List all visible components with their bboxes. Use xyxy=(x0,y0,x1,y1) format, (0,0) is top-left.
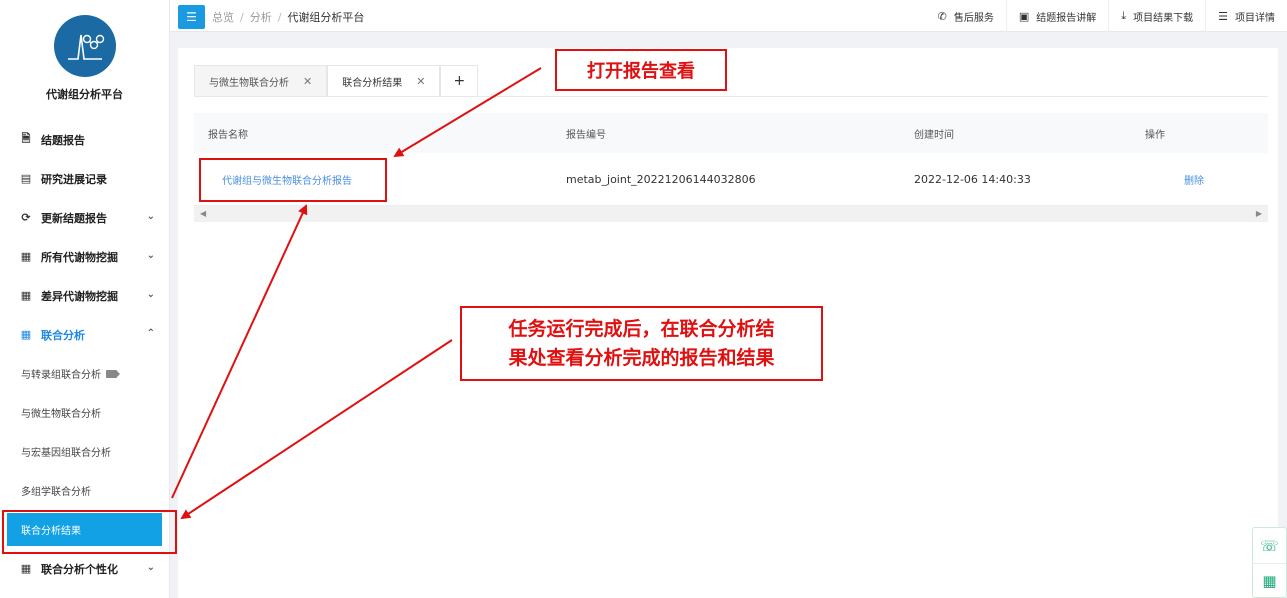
sidebar-item-diff-metabolites[interactable]: ▦ 差异代谢物挖掘 ⌄ xyxy=(0,276,169,315)
table-header: 报告名称 报告编号 创建时间 操作 xyxy=(194,113,1268,153)
customer-service-icon[interactable]: ☏ xyxy=(1253,528,1286,563)
menu-toggle-button[interactable]: ☰ xyxy=(178,5,205,29)
top-action-label: 项目详情 xyxy=(1235,12,1275,24)
annotation-view-results: 任务运行完成后，在联合分析结 果处查看分析完成的报告和结果 xyxy=(460,306,823,381)
logo-area: 代谢组分析平台 xyxy=(0,0,169,120)
grid-icon: ▦ xyxy=(20,289,32,302)
download-icon: ⤓ xyxy=(1121,9,1127,22)
tab-microbe-joint[interactable]: 与微生物联合分析 ✕ xyxy=(194,65,328,97)
menu-icon: ☰ xyxy=(186,10,197,24)
sidebar-subitem-label: 与宏基因组联合分析 xyxy=(21,448,111,459)
document-icon: 🗎 xyxy=(21,132,31,145)
sidebar-item-joint-custom[interactable]: ▦ 联合分析个性化 ⌄ xyxy=(0,549,169,588)
video-icon xyxy=(106,369,120,378)
chevron-down-icon: ⌄ xyxy=(146,211,155,222)
top-action-label: 售后服务 xyxy=(953,12,994,24)
sidebar-item-label: 所有代谢物挖掘 xyxy=(41,250,118,264)
breadcrumb-home[interactable]: 总览 xyxy=(212,11,234,24)
chevron-up-icon: ⌃ xyxy=(146,328,155,339)
sidebar-item-all-metabolites[interactable]: ▦ 所有代谢物挖掘 ⌄ xyxy=(0,237,169,276)
sidebar-subitem-metagenome[interactable]: 与宏基因组联合分析 xyxy=(0,432,169,471)
sidebar-item-final-report[interactable]: 🗎 结题报告 xyxy=(0,120,169,159)
add-tab-button[interactable]: + xyxy=(440,65,479,97)
chevron-down-icon: ⌄ xyxy=(146,250,155,261)
column-header: 报告名称 xyxy=(208,129,248,141)
column-header: 报告编号 xyxy=(566,129,606,141)
sidebar: 代谢组分析平台 🗎 结题报告 ▤ 研究进展记录 ⟳ 更新结题报告 ⌄ ▦ 所有代… xyxy=(0,0,170,598)
grid-icon: ▦ xyxy=(20,250,32,263)
annotation-line: 果处查看分析完成的报告和结果 xyxy=(508,346,775,369)
scroll-right-icon[interactable]: ▶ xyxy=(1256,209,1262,218)
breadcrumb-section[interactable]: 分析 xyxy=(250,11,272,24)
sidebar-item-label: 结题报告 xyxy=(41,133,85,147)
sidebar-item-label: 更新结题报告 xyxy=(41,211,107,225)
chevron-down-icon: ⌄ xyxy=(146,562,155,573)
qr-code-icon[interactable]: ▦ xyxy=(1253,563,1286,598)
refresh-icon: ⟳ xyxy=(21,211,31,224)
breadcrumb-separator: / xyxy=(240,11,244,24)
after-sales-button[interactable]: ✆ 售后服务 xyxy=(926,0,1006,32)
top-action-label: 结题报告讲解 xyxy=(1036,12,1097,24)
phone-icon: ✆ xyxy=(937,9,947,23)
brand-name: 代谢组分析平台 xyxy=(46,88,123,101)
breadcrumb-current: 代谢组分析平台 xyxy=(287,11,365,24)
close-icon[interactable]: ✕ xyxy=(416,75,425,88)
tab-joint-results[interactable]: 联合分析结果 ✕ xyxy=(327,65,441,97)
sidebar-subitem-microbe[interactable]: 与微生物联合分析 xyxy=(0,393,169,432)
report-id-cell: metab_joint_20221206144032806 xyxy=(566,172,756,186)
sidebar-item-update-report[interactable]: ⟳ 更新结题报告 ⌄ xyxy=(0,198,169,237)
delete-link[interactable]: 删除 xyxy=(1184,176,1204,187)
sidebar-item-progress-records[interactable]: ▤ 研究进展记录 xyxy=(0,159,169,198)
annotation-open-report: 打开报告查看 xyxy=(555,49,727,91)
sidebar-subitem-label: 与转录组联合分析 xyxy=(21,370,101,381)
close-icon[interactable]: ✕ xyxy=(303,75,312,88)
scroll-left-icon[interactable]: ◀ xyxy=(200,209,206,218)
breadcrumb: 总览 / 分析 / 代谢组分析平台 xyxy=(212,9,364,25)
column-header: 操作 xyxy=(1145,129,1165,141)
sidebar-subitem-label: 与微生物联合分析 xyxy=(21,409,101,420)
created-time-cell: 2022-12-06 14:40:33 xyxy=(914,172,1031,186)
grid-icon: ▦ xyxy=(20,562,32,575)
breadcrumb-separator: / xyxy=(277,11,282,24)
tab-bar: 与微生物联合分析 ✕ 联合分析结果 ✕ + xyxy=(194,65,479,97)
report-explain-button[interactable]: ▣ 结题报告讲解 xyxy=(1005,0,1108,32)
floating-help-widget: ☏ ▦ xyxy=(1252,527,1287,598)
platform-logo xyxy=(53,15,116,77)
sidebar-subitem-label: 多组学联合分析 xyxy=(21,487,91,498)
horizontal-scrollbar[interactable]: ◀ ▶ xyxy=(194,206,1268,222)
tab-label: 与微生物联合分析 xyxy=(209,77,289,89)
tab-divider xyxy=(194,96,1268,97)
plus-icon: + xyxy=(453,73,466,89)
tab-label: 联合分析结果 xyxy=(342,77,403,89)
sidebar-subitem-multi-omics[interactable]: 多组学联合分析 xyxy=(0,471,169,510)
sidebar-item-joint-analysis[interactable]: ▦ 联合分析 ⌃ xyxy=(0,315,169,354)
chart-icon: ▤ xyxy=(20,172,32,185)
sidebar-item-label: 差异代谢物挖掘 xyxy=(41,289,118,303)
download-results-button[interactable]: ⤓ 项目结果下载 xyxy=(1108,0,1205,32)
top-actions: ✆ 售后服务 ▣ 结题报告讲解 ⤓ 项目结果下载 ☰ 项目详情 xyxy=(926,0,1287,32)
project-details-button[interactable]: ☰ 项目详情 xyxy=(1205,0,1287,32)
action-cell: 删除 xyxy=(1132,172,1268,187)
sidebar-item-label: 联合分析个性化 xyxy=(41,562,118,576)
annotation-line: 任务运行完成后，在联合分析结 xyxy=(508,317,775,340)
highlight-box-report-link xyxy=(199,158,387,202)
sidebar-item-label: 联合分析 xyxy=(41,328,85,342)
top-bar: ☰ 总览 / 分析 / 代谢组分析平台 ✆ 售后服务 ▣ 结题报告讲解 ⤓ 项目结果下载… xyxy=(170,0,1287,32)
list-icon: ☰ xyxy=(1218,9,1228,23)
top-action-label: 项目结果下载 xyxy=(1133,12,1194,24)
sidebar-subitem-transcriptome[interactable]: 与转录组联合分析 xyxy=(0,354,169,393)
chevron-down-icon: ⌄ xyxy=(146,289,155,300)
grid-icon: ▦ xyxy=(20,328,32,341)
column-header: 创建时间 xyxy=(914,129,954,141)
highlight-box-joint-results xyxy=(2,510,177,554)
sidebar-item-label: 研究进展记录 xyxy=(41,172,107,186)
video-icon: ▣ xyxy=(1018,9,1030,23)
